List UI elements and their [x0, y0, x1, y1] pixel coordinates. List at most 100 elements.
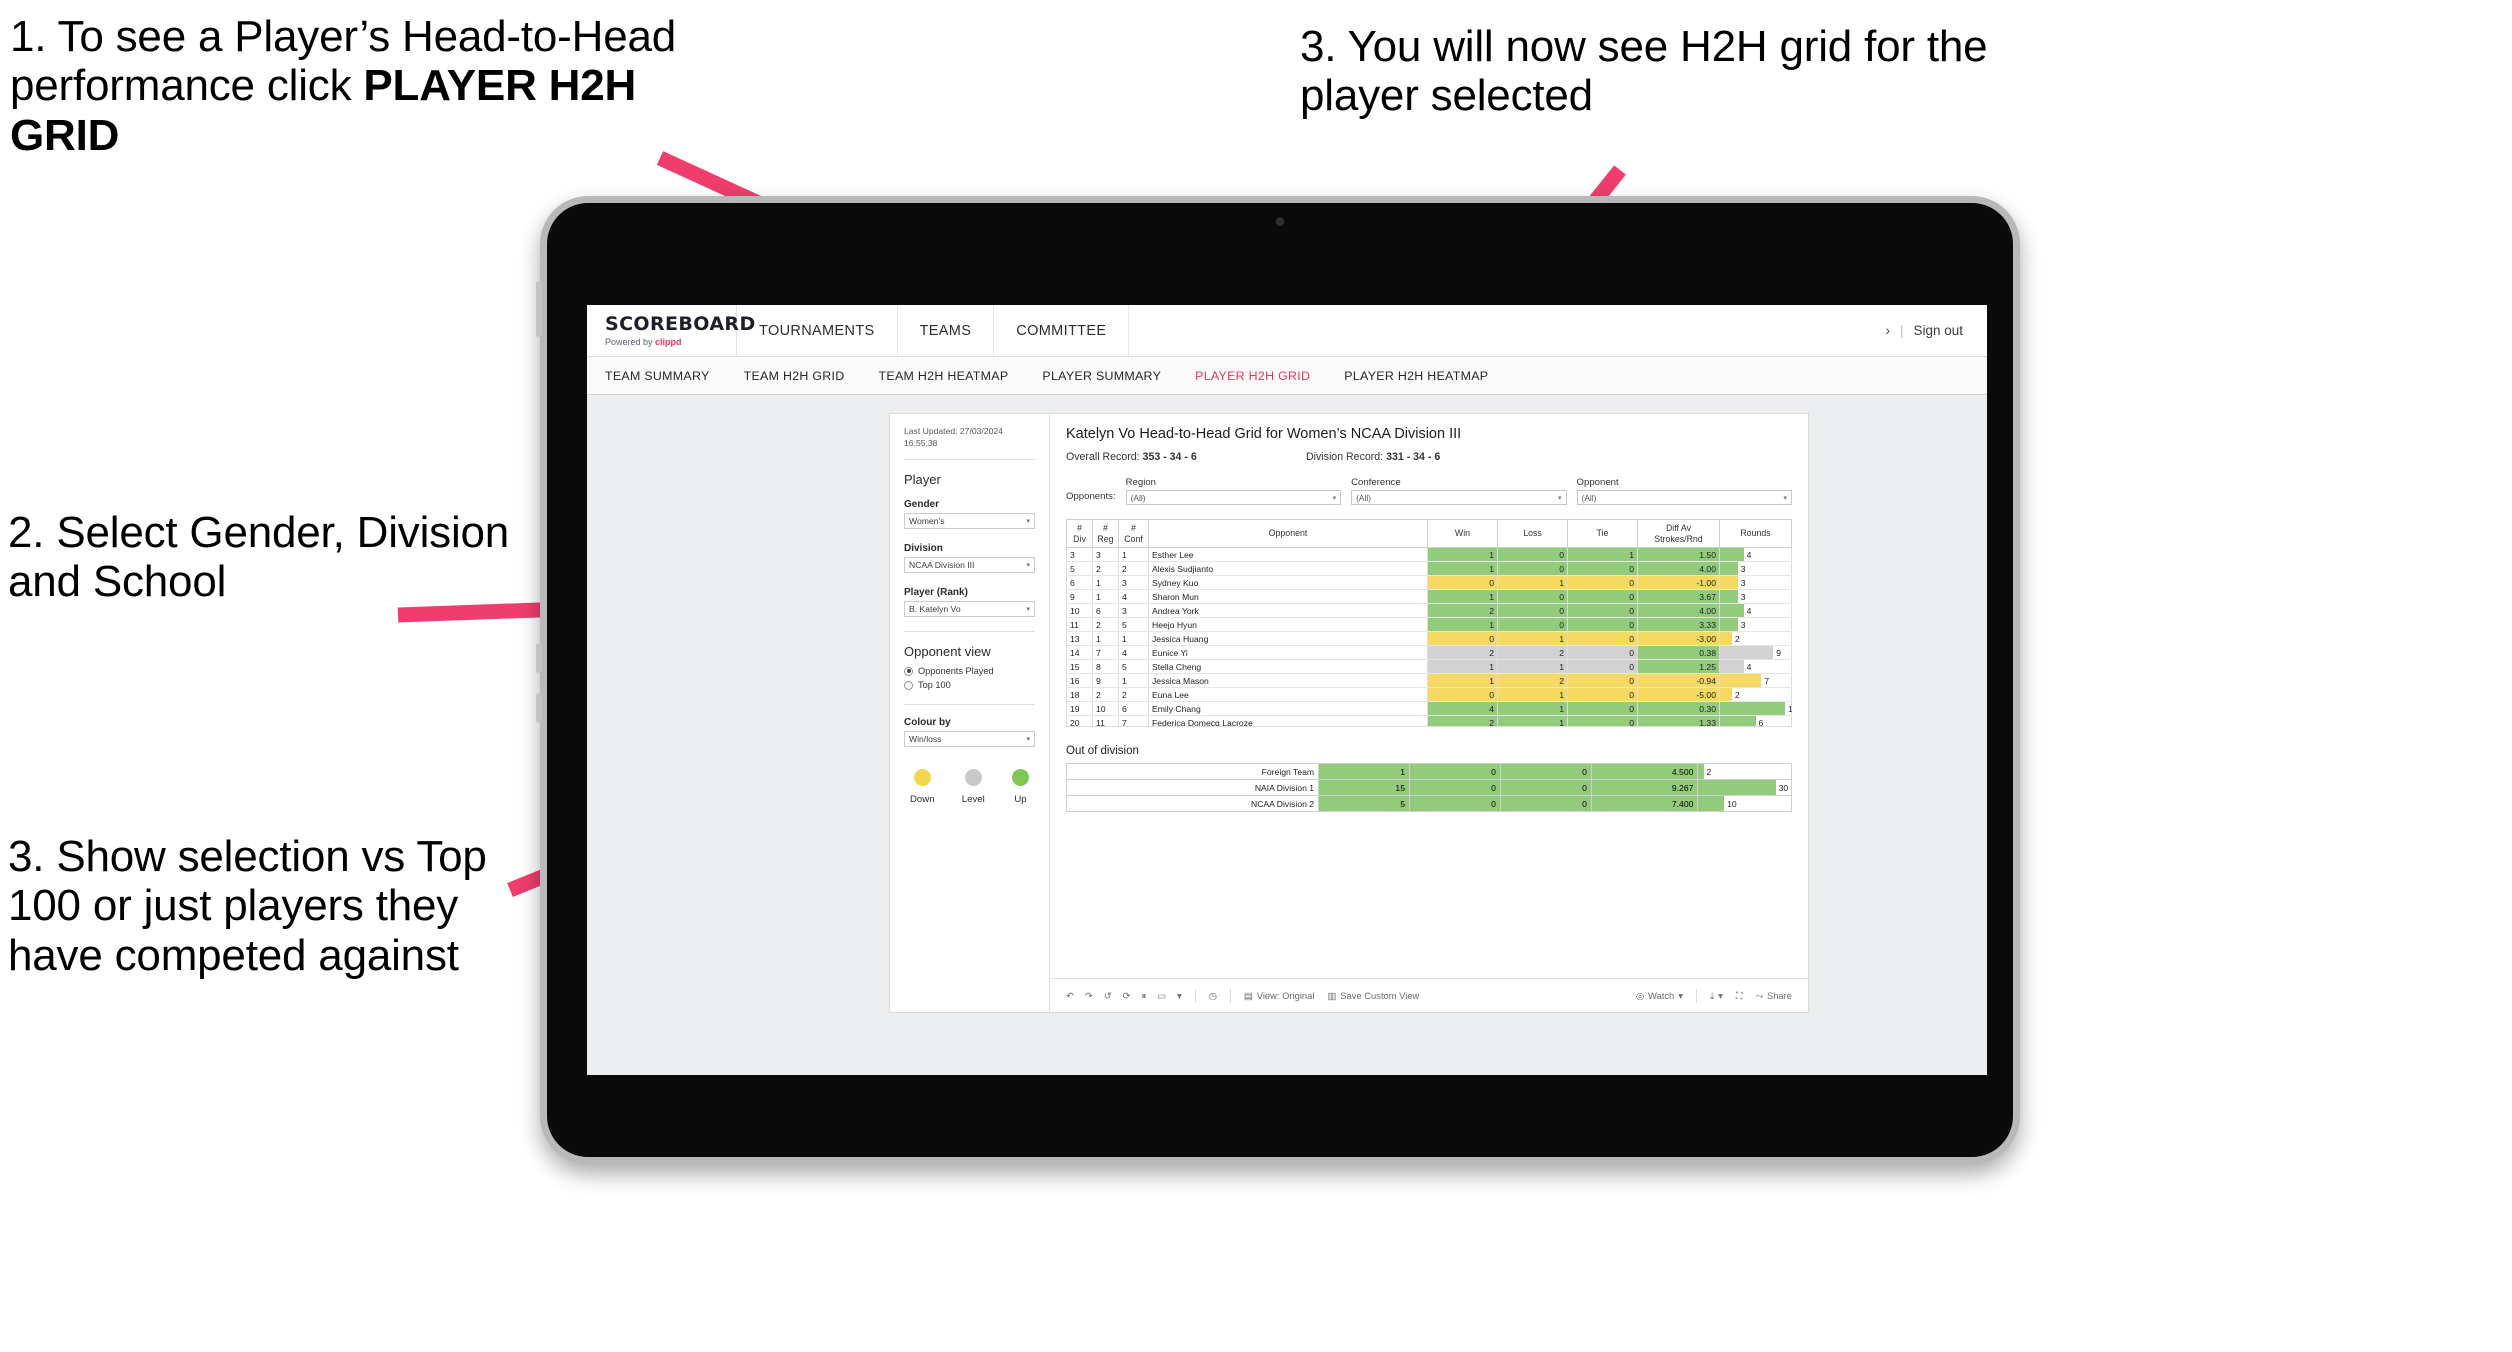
legend-dot-up [1012, 769, 1029, 787]
chevron-down-icon: ▾ [1558, 494, 1562, 502]
table-row[interactable]: 3 3 1 Esther Lee 1 0 1 1.50 4 [1066, 547, 1792, 563]
power-button[interactable] [536, 281, 542, 337]
rounds-value: 4 [1746, 549, 1752, 560]
top-navigation-bar: SCOREBOARD Powered by clippd TOURNAMENTS… [587, 305, 1987, 357]
rounds-bar [1720, 674, 1762, 688]
nav-item-teams[interactable]: TEAMS [898, 305, 995, 356]
table-row[interactable]: 5 2 2 Alexis Sudjianto 1 0 0 4.00 3 [1066, 561, 1792, 577]
nav-overflow-chevron-icon[interactable]: › [1885, 323, 1890, 338]
rounds-value: 7 [1764, 675, 1770, 686]
save-custom-view-button[interactable]: ▥ Save Custom View [1327, 990, 1419, 1002]
volume-down-button[interactable] [536, 693, 542, 723]
filter-region-select[interactable]: (All) ▾ [1125, 490, 1342, 505]
out-of-division-row[interactable]: NAIA Division 1 15 0 0 9.267 30 [1065, 779, 1792, 796]
table-row[interactable]: 11 2 5 Heejo Hyun 1 0 0 3.33 3 [1066, 617, 1792, 633]
cell-reg: 9 [1092, 673, 1119, 689]
filter-conference-value: (All) [1356, 492, 1371, 503]
save-custom-view-label: Save Custom View [1340, 990, 1420, 1001]
col-loss: Loss [1497, 519, 1568, 549]
cell-win: 1 [1427, 561, 1498, 577]
rounds-bar [1720, 604, 1744, 618]
player-rank-select[interactable]: B. Katelyn Vo ▾ [904, 601, 1035, 618]
radio-selected-icon [904, 666, 913, 676]
cell-div: 6 [1066, 575, 1093, 591]
app-screen: SCOREBOARD Powered by clippd TOURNAMENTS… [587, 305, 1987, 1075]
rounds-bar [1720, 618, 1738, 632]
cell-opponent: Federica Domecq Lacroze [1148, 715, 1428, 726]
table-row[interactable]: 15 8 5 Stella Cheng 1 1 0 1.25 4 [1066, 659, 1792, 675]
table-row[interactable]: 13 1 1 Jessica Huang 0 1 0 -3.00 2 [1066, 631, 1792, 647]
cell-div: 10 [1066, 603, 1093, 619]
division-select[interactable]: NCAA Division III ▾ [904, 557, 1035, 574]
undo-icon[interactable]: ↶ [1066, 990, 1074, 1002]
filter-region-value: (All) [1130, 492, 1146, 503]
filter-conference-select[interactable]: (All) ▾ [1351, 490, 1567, 505]
legend-label-level: Level [961, 794, 985, 806]
cell-diff: -3.00 [1637, 631, 1720, 647]
tab-player-h2h-heatmap[interactable]: PLAYER H2H HEATMAP [1344, 369, 1488, 383]
share-button[interactable]: ⤳ Share [1755, 990, 1792, 1002]
pause-icon[interactable]: ⏸ [1141, 990, 1146, 1002]
table-row[interactable]: 6 1 3 Sydney Kuo 0 1 0 -1.00 3 [1066, 575, 1792, 591]
refresh-icon[interactable]: ⟳ [1123, 990, 1131, 1002]
watch-button[interactable]: ◎ Watch ▾ [1636, 990, 1683, 1002]
cell-win: 0 [1427, 631, 1498, 647]
redo-icon[interactable]: ↷ [1085, 990, 1093, 1002]
tab-team-summary[interactable]: TEAM SUMMARY [605, 369, 710, 383]
colour-by-select[interactable]: Win/loss ▾ [904, 731, 1035, 748]
cell-loss: 2 [1497, 645, 1568, 661]
nav-item-tournaments[interactable]: TOURNAMENTS [737, 305, 898, 356]
tab-team-h2h-grid[interactable]: TEAM H2H GRID [744, 369, 845, 383]
radio-top-100[interactable]: Top 100 [904, 680, 1035, 690]
volume-up-button[interactable] [536, 643, 542, 673]
cell-div: 19 [1066, 701, 1093, 717]
cell-conf: 2 [1118, 687, 1149, 703]
cell-diff: 1.25 [1637, 659, 1720, 675]
table-row[interactable]: 18 2 2 Euna Lee 0 1 0 -5.00 2 [1066, 687, 1792, 703]
legend-item-up: Up [1012, 769, 1029, 805]
cell-diff: 4.00 [1637, 603, 1720, 619]
fullscreen-icon[interactable]: ⛶ [1736, 990, 1743, 1002]
tab-player-h2h-grid[interactable]: PLAYER H2H GRID [1195, 369, 1310, 383]
player-rank-label: Player (Rank) [904, 587, 968, 599]
cell-loss: 0 [1408, 795, 1501, 812]
view-original-button[interactable]: ▤ View: Original [1244, 990, 1315, 1002]
h2h-table-scroll-area[interactable]: # Div # Reg # Conf Opponent Win Loss Tie Di… [1066, 519, 1792, 727]
rectangle-select-icon[interactable]: ▭ [1157, 990, 1166, 1002]
gender-select[interactable]: Women’s ▾ [904, 513, 1035, 530]
brand-logo[interactable]: SCOREBOARD Powered by clippd [587, 305, 755, 356]
table-row[interactable]: 19106Emily Chang4100.3011 [1066, 701, 1792, 717]
legend-label-up: Up [1014, 794, 1027, 806]
division-record-value: 331 - 34 - 6 [1386, 451, 1441, 463]
division-record: Division Record: 331 - 34 - 6 [1306, 451, 1440, 463]
cell-rounds: 3 [1719, 589, 1792, 605]
table-row[interactable]: 14 7 4 Eunice Yi 2 2 0 0.38 9 [1066, 645, 1792, 661]
cell-tie: 1 [1567, 547, 1638, 563]
cell-tie: 0 [1567, 603, 1638, 619]
out-of-division-row[interactable]: NCAA Division 2 5 0 0 7.400 10 [1065, 795, 1792, 812]
nav-item-committee[interactable]: COMMITTEE [994, 305, 1130, 356]
table-row[interactable]: 16 9 1 Jessica Mason 1 2 0 -0.94 7 [1066, 673, 1792, 689]
player-rank-value: B. Katelyn Vo [909, 604, 961, 615]
cell-division-label: NAIA Division 1 [1065, 779, 1320, 796]
clock-icon[interactable]: ◷ [1209, 990, 1217, 1002]
filter-opponent-select[interactable]: (All) ▾ [1576, 490, 1793, 505]
tab-team-h2h-heatmap[interactable]: TEAM H2H HEATMAP [879, 369, 1009, 383]
radio-opponents-played[interactable]: Opponents Played [904, 666, 1035, 676]
tab-player-summary[interactable]: PLAYER SUMMARY [1042, 369, 1161, 383]
table-row[interactable]: 10 6 3 Andrea York 2 0 0 4.00 4 [1066, 603, 1792, 619]
download-button[interactable]: ⤓ ▾ [1710, 990, 1723, 1002]
history-controls: ↶ ↷ ↺ ⟳ ⏸ ▭ ▾ [1066, 990, 1182, 1002]
sign-out-link[interactable]: Sign out [1913, 323, 1963, 338]
table-row[interactable]: 9 1 4 Sharon Mun 1 0 0 3.67 3 [1066, 589, 1792, 605]
cell-conf: 4 [1118, 589, 1149, 605]
share-label: Share [1766, 990, 1792, 1001]
chevron-down-icon: ▾ [1026, 562, 1030, 570]
col-rounds: Rounds [1719, 519, 1792, 549]
filter-side-panel: Last Updated: 27/03/2024 16:55:38 Player… [890, 414, 1050, 1012]
table-row[interactable]: 20 11 7 Federica Domecq Lacroze 2 1 0 1.33 6 [1066, 715, 1792, 726]
h2h-table-body: 3 3 1 Esther Lee 1 0 1 1.50 4 5 2 2 Alexis Sudjianto… [1066, 547, 1792, 726]
out-of-division-row[interactable]: Foreign Team 1 0 0 4.500 2 [1065, 763, 1792, 780]
chevron-down-icon[interactable]: ▾ [1177, 990, 1182, 1002]
revert-icon[interactable]: ↺ [1104, 990, 1112, 1002]
